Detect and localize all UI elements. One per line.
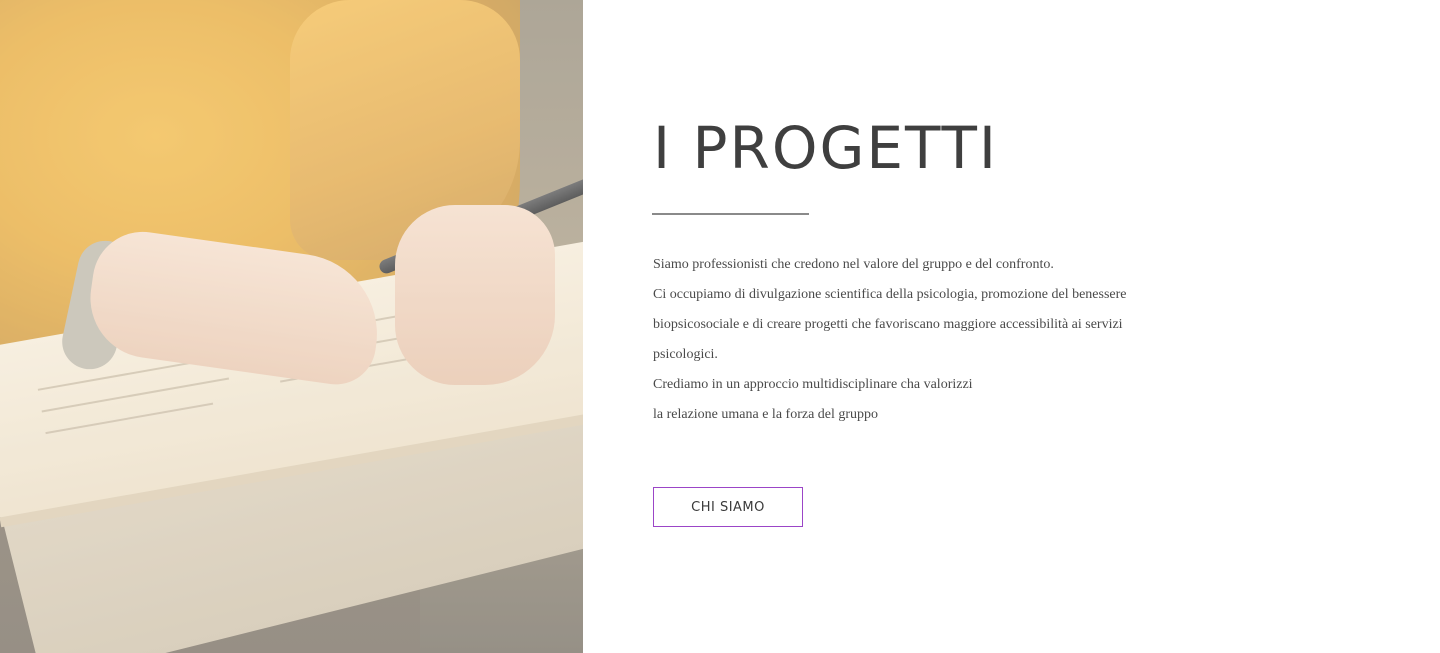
- projects-section: I PROGETTI Siamo professionisti che cred…: [0, 0, 1440, 653]
- section-description: Siamo professionisti che credono nel val…: [653, 250, 1133, 430]
- chi-siamo-button[interactable]: CHI SIAMO: [653, 487, 803, 527]
- section-title: I PROGETTI: [653, 114, 999, 182]
- hero-photo: [0, 0, 583, 653]
- description-line: Crediamo in un approccio multidisciplina…: [653, 377, 973, 392]
- description-line: psicologici.: [653, 347, 718, 362]
- photo-overlay: [0, 0, 583, 653]
- projects-content: I PROGETTI Siamo professionisti che cred…: [583, 0, 1440, 653]
- description-line: Ci occupiamo di divulgazione scientifica…: [653, 287, 1127, 302]
- description-line: Siamo professionisti che credono nel val…: [653, 257, 1054, 272]
- description-line: biopsicosociale e di creare progetti che…: [653, 317, 1123, 332]
- description-line: la relazione umana e la forza del gruppo: [653, 407, 879, 422]
- title-divider: [652, 213, 809, 215]
